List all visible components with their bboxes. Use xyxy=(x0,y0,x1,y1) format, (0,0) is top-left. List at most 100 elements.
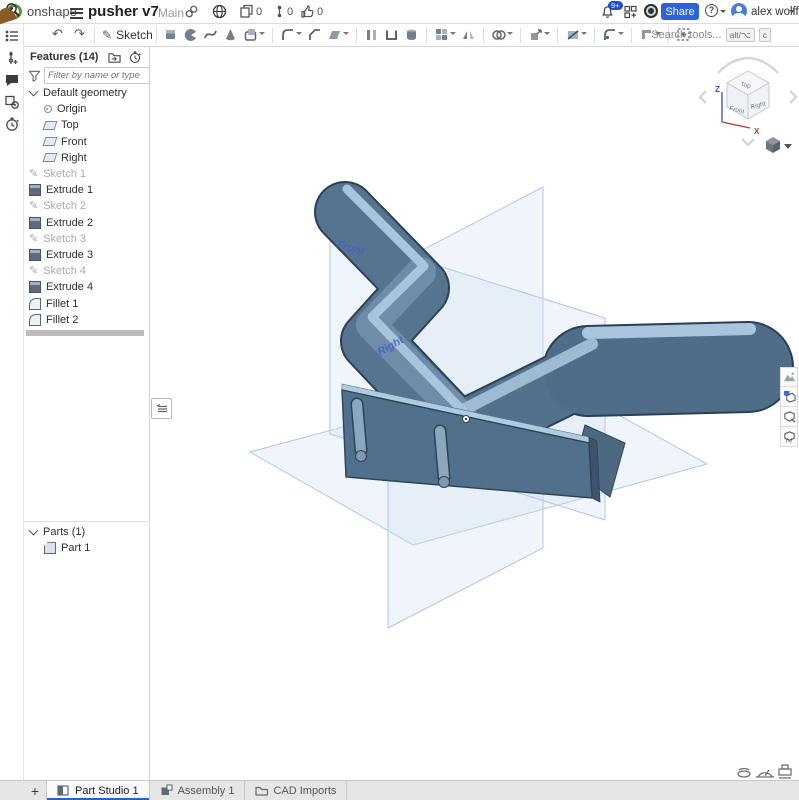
feature-tree: Default geometryOriginTopFrontRight✎Sket… xyxy=(24,85,150,328)
feature-item[interactable]: Top xyxy=(24,117,150,133)
feature-item[interactable]: Right xyxy=(24,150,150,166)
learning-center-icon[interactable] xyxy=(644,4,658,18)
undo-button[interactable]: ↶ xyxy=(52,26,63,42)
part-list-item[interactable]: Part 1 xyxy=(24,540,170,556)
fork-icon[interactable] xyxy=(272,4,287,19)
help-icon[interactable]: ? xyxy=(705,4,718,17)
boolean-icon[interactable] xyxy=(490,26,514,44)
display-states-icon[interactable] xyxy=(780,407,798,427)
feature-item[interactable]: ✎Sketch 1 xyxy=(24,166,150,182)
linear-pattern-icon[interactable] xyxy=(433,26,457,44)
panel-collapse-button[interactable] xyxy=(151,398,172,419)
chevron-down-icon[interactable] xyxy=(450,32,456,38)
revolve-icon[interactable] xyxy=(182,26,199,44)
chevron-down-icon[interactable] xyxy=(29,526,39,536)
search-tools[interactable]: Search tools... alt/⌥ c xyxy=(651,27,771,43)
feature-label: Fillet 1 xyxy=(46,298,78,310)
hole-icon[interactable] xyxy=(403,26,420,44)
feature-label: Top xyxy=(61,119,79,131)
tab-cad-imports[interactable]: CAD Imports xyxy=(245,781,347,800)
feature-item[interactable]: Fillet 2 xyxy=(24,312,150,328)
avatar[interactable] xyxy=(731,3,747,19)
viewport-3d[interactable] xyxy=(150,46,799,780)
tab-label: CAD Imports xyxy=(273,785,336,797)
appearance-panel-icon[interactable] xyxy=(780,367,798,387)
sweep-icon[interactable] xyxy=(202,26,219,44)
help-caret-icon[interactable] xyxy=(720,10,726,16)
copies-count: 0 xyxy=(256,6,262,18)
workspace-branch[interactable]: Main xyxy=(158,6,184,20)
redo-button[interactable]: ↷ xyxy=(74,26,85,42)
chevron-down-icon[interactable] xyxy=(343,32,349,38)
tab-assembly-1[interactable]: Assembly 1 xyxy=(150,781,246,800)
apps-grid-icon[interactable] xyxy=(623,4,638,19)
split-icon[interactable] xyxy=(564,26,588,44)
draft-icon[interactable] xyxy=(326,26,350,44)
parts-section-header[interactable]: Parts (1) xyxy=(24,524,156,540)
add-tab-button[interactable]: + xyxy=(24,781,46,800)
filter-input[interactable] xyxy=(44,67,150,84)
likes-count: 0 xyxy=(317,6,323,18)
named-views-icon[interactable] xyxy=(780,387,798,407)
main-menu-icon[interactable] xyxy=(70,5,83,21)
shell-icon[interactable] xyxy=(383,26,400,44)
tab-part-studio-1[interactable]: Part Studio 1 xyxy=(46,781,150,800)
chamfer-icon[interactable] xyxy=(306,26,323,44)
configurations-icon[interactable]: (x) xyxy=(780,427,798,447)
features-panel-title: Features (14) xyxy=(30,51,98,63)
feature-item[interactable]: Extrude 3 xyxy=(24,247,150,263)
extrude-icon xyxy=(29,281,41,293)
loft-icon[interactable] xyxy=(222,26,239,44)
thicken-icon[interactable] xyxy=(242,26,266,44)
feature-item[interactable]: Front xyxy=(24,134,150,150)
feature-item[interactable]: Extrude 2 xyxy=(24,215,150,231)
feature-item[interactable]: Default geometry xyxy=(24,85,150,101)
share-button[interactable]: Share xyxy=(661,3,699,20)
part-label: Part 1 xyxy=(61,542,90,554)
history-icon[interactable] xyxy=(4,116,20,132)
rollback-clock-icon[interactable] xyxy=(128,50,142,64)
chevron-down-icon[interactable] xyxy=(581,32,587,38)
feature-toolbar: ↶ ↷ ✎ Sketch Search tools... alt/⌥ c xyxy=(24,24,799,47)
fillet-icon[interactable] xyxy=(279,26,303,44)
mirror-icon[interactable] xyxy=(460,26,477,44)
chevron-down-icon[interactable] xyxy=(544,32,550,38)
document-title[interactable]: pusher v7 xyxy=(88,3,159,20)
user-menu-caret-icon[interactable] xyxy=(789,10,795,16)
rib-icon[interactable] xyxy=(363,26,380,44)
sketch-button[interactable]: ✎ Sketch xyxy=(102,25,153,45)
shortcut-alt-badge: alt/⌥ xyxy=(726,28,755,42)
feature-item[interactable]: ✎Sketch 2 xyxy=(24,198,150,214)
feature-item[interactable]: ✎Sketch 4 xyxy=(24,263,150,279)
transform-icon[interactable] xyxy=(527,26,551,44)
chevron-down-icon[interactable] xyxy=(259,32,265,38)
filter-funnel-icon[interactable] xyxy=(28,69,41,82)
chevron-down-icon[interactable] xyxy=(296,32,302,38)
copies-icon[interactable] xyxy=(239,4,254,19)
feature-list-icon[interactable] xyxy=(4,28,20,44)
features-panel: Features (14) Default geometryOrigin Top F… xyxy=(24,46,150,780)
cube-gear-icon[interactable] xyxy=(4,94,20,110)
link-icon[interactable] xyxy=(184,4,199,19)
feature-item[interactable]: ✎Sketch 3 xyxy=(24,231,150,247)
feature-item[interactable]: Fillet 1 xyxy=(24,295,150,311)
folder-insert-icon[interactable] xyxy=(108,51,121,64)
globe-icon[interactable] xyxy=(212,4,227,19)
folder-icon xyxy=(255,784,268,797)
collapse-list-icon xyxy=(156,403,168,415)
part-icon xyxy=(44,542,56,554)
feature-item[interactable]: Extrude 4 xyxy=(24,279,150,295)
svg-text:(x): (x) xyxy=(785,438,792,443)
feature-label: Front xyxy=(61,136,87,148)
chevron-down-icon[interactable] xyxy=(618,32,624,38)
horizontal-scrollbar[interactable] xyxy=(26,330,144,336)
feature-item[interactable]: Extrude 1 xyxy=(24,182,150,198)
thumbs-up-icon[interactable] xyxy=(300,4,315,19)
modify-fillet-icon[interactable] xyxy=(601,26,625,44)
pin-plus-icon[interactable] xyxy=(4,50,20,66)
chevron-down-icon[interactable] xyxy=(29,87,39,97)
chevron-down-icon[interactable] xyxy=(507,32,513,38)
feature-item[interactable]: Origin xyxy=(24,101,150,117)
comments-icon[interactable] xyxy=(4,72,20,88)
extrude-icon[interactable] xyxy=(162,26,179,44)
